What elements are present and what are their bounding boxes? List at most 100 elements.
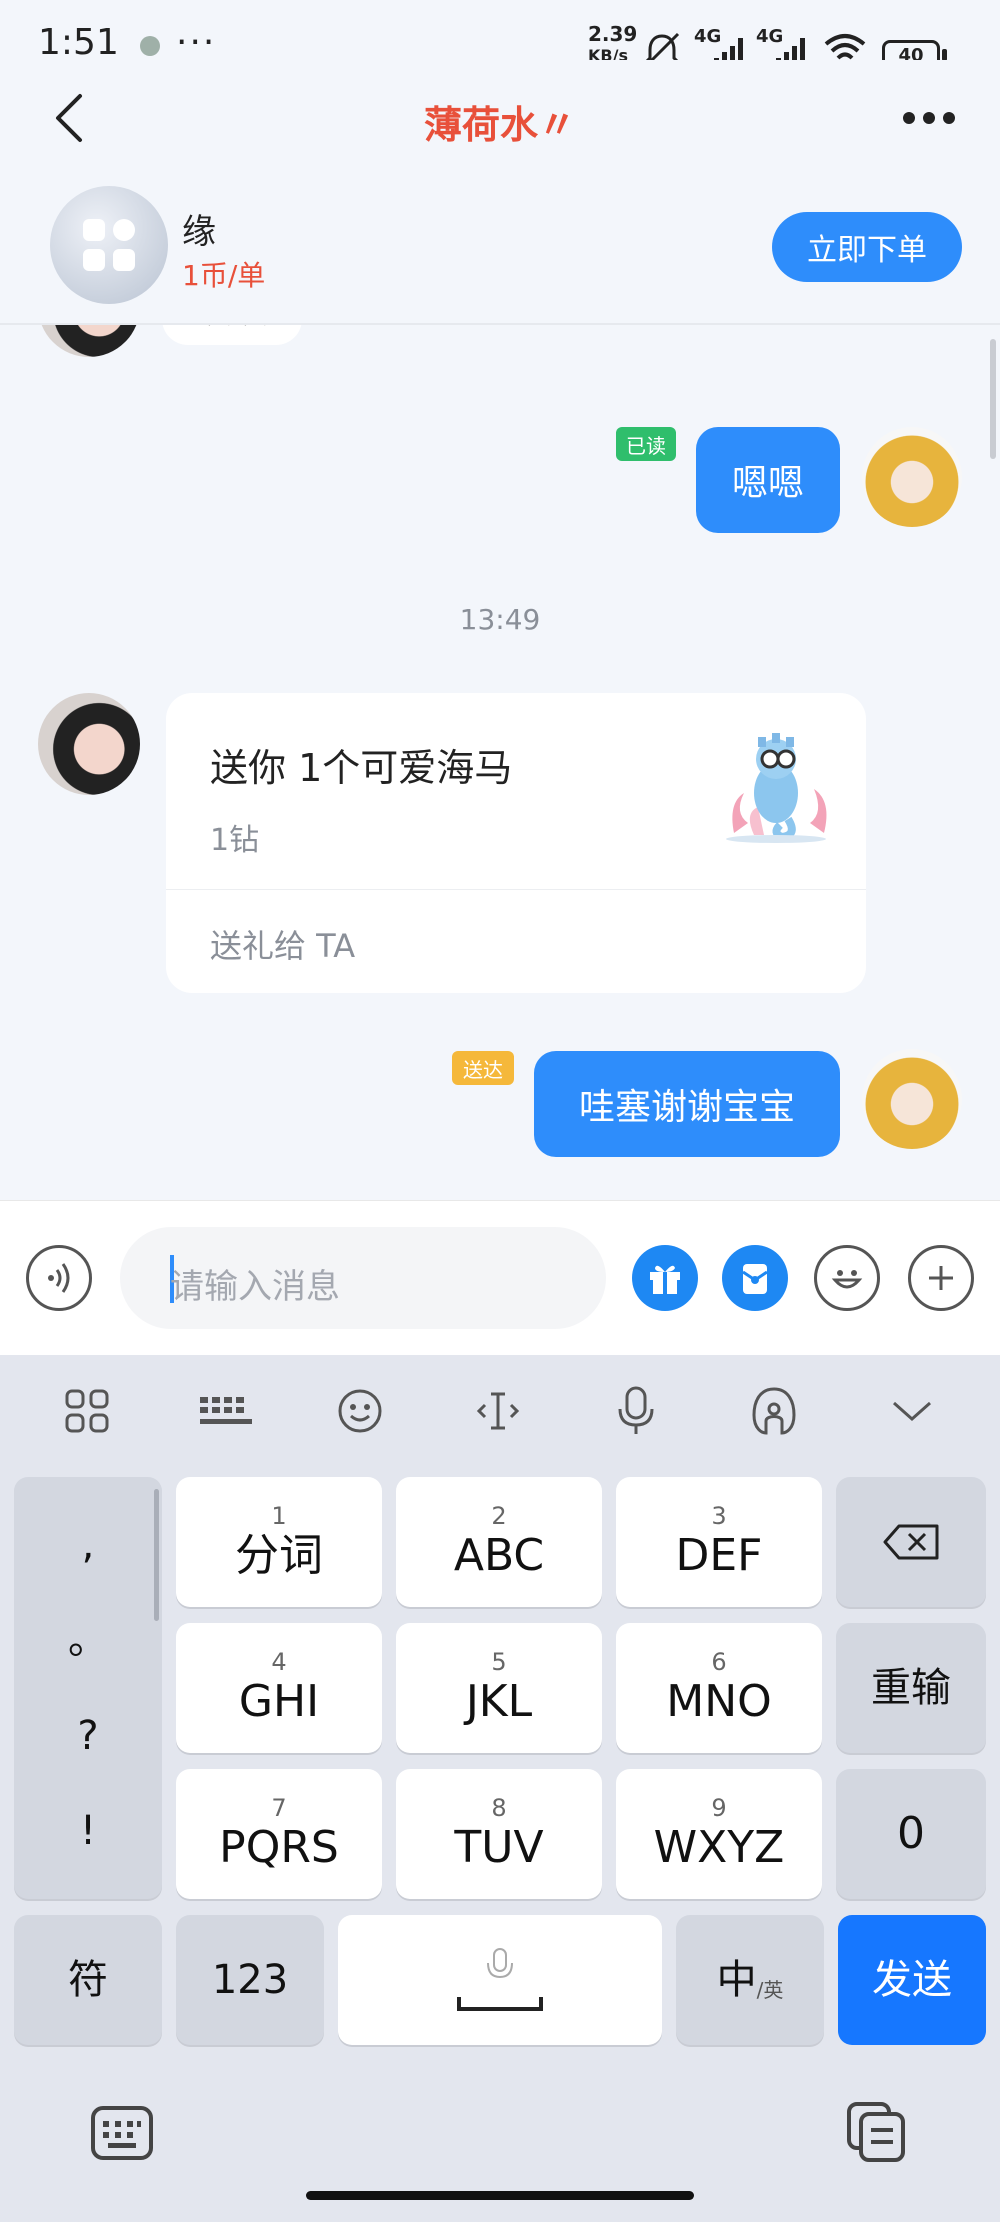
key-label: 重输 bbox=[871, 1665, 951, 1711]
more-actions-button[interactable] bbox=[908, 1245, 974, 1311]
key-number: 4 bbox=[271, 1648, 287, 1676]
gift-button[interactable] bbox=[632, 1245, 698, 1311]
message-list[interactable]: 嗅嗅 已读 嗯嗯 13:49 送你 1个可爱海马 1钻 bbox=[0, 325, 1000, 1200]
seahorse-gift-icon bbox=[726, 733, 827, 843]
key-number: 8 bbox=[491, 1794, 507, 1822]
ai-assistant-icon[interactable] bbox=[748, 1385, 800, 1437]
key-label: GHI bbox=[238, 1676, 320, 1727]
service-name: 缘 bbox=[182, 212, 216, 252]
keyboard-menu-icon[interactable] bbox=[64, 1388, 110, 1434]
key-label: MNO bbox=[666, 1676, 772, 1727]
emoji-button[interactable] bbox=[814, 1245, 880, 1311]
key-label: 分词 bbox=[235, 1530, 323, 1581]
symbols-key[interactable]: 符 bbox=[14, 1915, 162, 2045]
key-5[interactable]: 5 JKL bbox=[396, 1623, 602, 1753]
key-number: 6 bbox=[711, 1648, 727, 1676]
gift-divider bbox=[166, 889, 866, 890]
emoji-keyboard-icon[interactable] bbox=[337, 1388, 383, 1434]
message-bubble[interactable]: 嗯嗯 bbox=[696, 427, 840, 533]
key-4[interactable]: 4 GHI bbox=[176, 1623, 382, 1753]
order-now-button[interactable]: 立即下单 bbox=[772, 212, 962, 282]
punct-question[interactable]: ? bbox=[77, 1710, 98, 1762]
message-text: 嗯嗯 bbox=[731, 463, 804, 504]
key-number: 1 bbox=[271, 1502, 287, 1530]
voice-icon bbox=[48, 1263, 70, 1293]
key-number: 9 bbox=[711, 1794, 727, 1822]
ime-keyboard: , 。 ? ! 1 分词 2 ABC 3 DEF 4 GHI 5 JKL 6 M… bbox=[0, 1355, 1000, 2222]
message-bubble[interactable]: 嗅嗅 bbox=[162, 325, 302, 345]
key-label: 符 bbox=[68, 1957, 108, 2003]
punct-comma[interactable]: , bbox=[82, 1519, 95, 1571]
key-label: 123 bbox=[211, 1957, 289, 2003]
space-key[interactable] bbox=[338, 1915, 662, 2045]
message-input[interactable]: 请输入消息 bbox=[120, 1227, 606, 1329]
lang-main: 中 bbox=[716, 1957, 757, 2003]
service-price: 1币/单 bbox=[182, 259, 266, 292]
punct-scrollbar bbox=[154, 1489, 159, 1621]
key-8[interactable]: 8 TUV bbox=[396, 1769, 602, 1899]
reenter-key[interactable]: 重输 bbox=[836, 1623, 986, 1753]
key-3[interactable]: 3 DEF bbox=[616, 1477, 822, 1607]
message-timestamp: 13:49 bbox=[459, 603, 541, 636]
backspace-key[interactable] bbox=[836, 1477, 986, 1607]
contact-avatar[interactable] bbox=[38, 693, 140, 795]
apps-icon bbox=[83, 219, 135, 271]
key-number: 3 bbox=[711, 1502, 727, 1530]
emoji-icon bbox=[831, 1270, 863, 1289]
send-key[interactable]: 发送 bbox=[838, 1915, 986, 2045]
gift-price: 1钻 bbox=[210, 823, 260, 858]
read-badge: 已读 bbox=[616, 427, 676, 461]
numbers-key[interactable]: 123 bbox=[176, 1915, 324, 2045]
keyboard-layout-icon[interactable] bbox=[198, 1395, 254, 1429]
collapse-keyboard-icon[interactable] bbox=[890, 1397, 934, 1425]
back-arrow-icon[interactable] bbox=[50, 90, 90, 146]
message-bubble[interactable]: 哇塞谢谢宝宝 bbox=[534, 1051, 840, 1157]
punctuation-list[interactable]: , 。 ? ! bbox=[14, 1477, 162, 1899]
key-2[interactable]: 2 ABC bbox=[396, 1477, 602, 1607]
key-label: 发送 bbox=[872, 1957, 952, 2003]
key-9[interactable]: 9 WXYZ bbox=[616, 1769, 822, 1899]
my-avatar[interactable] bbox=[862, 427, 962, 527]
home-indicator[interactable] bbox=[306, 2191, 694, 2200]
key-7[interactable]: 7 PQRS bbox=[176, 1769, 382, 1899]
status-time: 1:51 bbox=[38, 22, 119, 63]
keyboard-switch-icon[interactable] bbox=[90, 2105, 154, 2161]
gift-message-card[interactable]: 送你 1个可爱海马 1钻 送礼给 TA bbox=[166, 693, 866, 993]
cursor-move-icon[interactable] bbox=[475, 1388, 521, 1434]
language-switch-key[interactable]: 中 /英 bbox=[676, 1915, 824, 2045]
more-options-icon[interactable] bbox=[900, 108, 958, 128]
send-gift-link[interactable]: 送礼给 TA bbox=[210, 921, 355, 967]
space-mic-icon bbox=[457, 1948, 543, 2011]
clipboard-icon[interactable] bbox=[845, 2100, 909, 2164]
gift-title: 送你 1个可爱海马 bbox=[210, 746, 513, 790]
service-avatar[interactable] bbox=[50, 186, 168, 304]
message-text: 嗅嗅 bbox=[196, 325, 268, 333]
scrollbar[interactable] bbox=[990, 339, 996, 459]
punct-period[interactable]: 。 bbox=[68, 1614, 108, 1666]
key-label: JKL bbox=[465, 1676, 533, 1727]
chat-title: 薄荷水〃 bbox=[423, 103, 576, 147]
key-6[interactable]: 6 MNO bbox=[616, 1623, 822, 1753]
message-text: 哇塞谢谢宝宝 bbox=[578, 1087, 795, 1128]
zero-key[interactable]: 0 bbox=[836, 1769, 986, 1899]
backspace-icon bbox=[883, 1524, 939, 1560]
key-number: 5 bbox=[491, 1648, 507, 1676]
more-notifications-icon: ··· bbox=[176, 22, 217, 63]
plus-icon bbox=[929, 1266, 953, 1290]
contact-avatar[interactable] bbox=[38, 325, 140, 357]
app-notification-icon bbox=[140, 36, 160, 56]
key-label: TUV bbox=[454, 1822, 544, 1873]
microphone-icon[interactable] bbox=[613, 1385, 659, 1437]
red-packet-button[interactable] bbox=[722, 1245, 788, 1311]
message-input-bar: 请输入消息 bbox=[0, 1200, 1000, 1355]
key-label: WXYZ bbox=[653, 1822, 785, 1873]
key-label: ABC bbox=[453, 1530, 545, 1581]
my-avatar[interactable] bbox=[862, 1049, 962, 1149]
net-speed-value: 2.39 bbox=[588, 22, 638, 46]
chat-header: 薄荷水〃 bbox=[0, 60, 1000, 170]
key-label: DEF bbox=[675, 1530, 763, 1581]
voice-button[interactable] bbox=[26, 1245, 92, 1311]
key-1[interactable]: 1 分词 bbox=[176, 1477, 382, 1607]
punct-exclamation[interactable]: ! bbox=[80, 1805, 96, 1857]
lang-sub: /英 bbox=[756, 1977, 784, 2002]
